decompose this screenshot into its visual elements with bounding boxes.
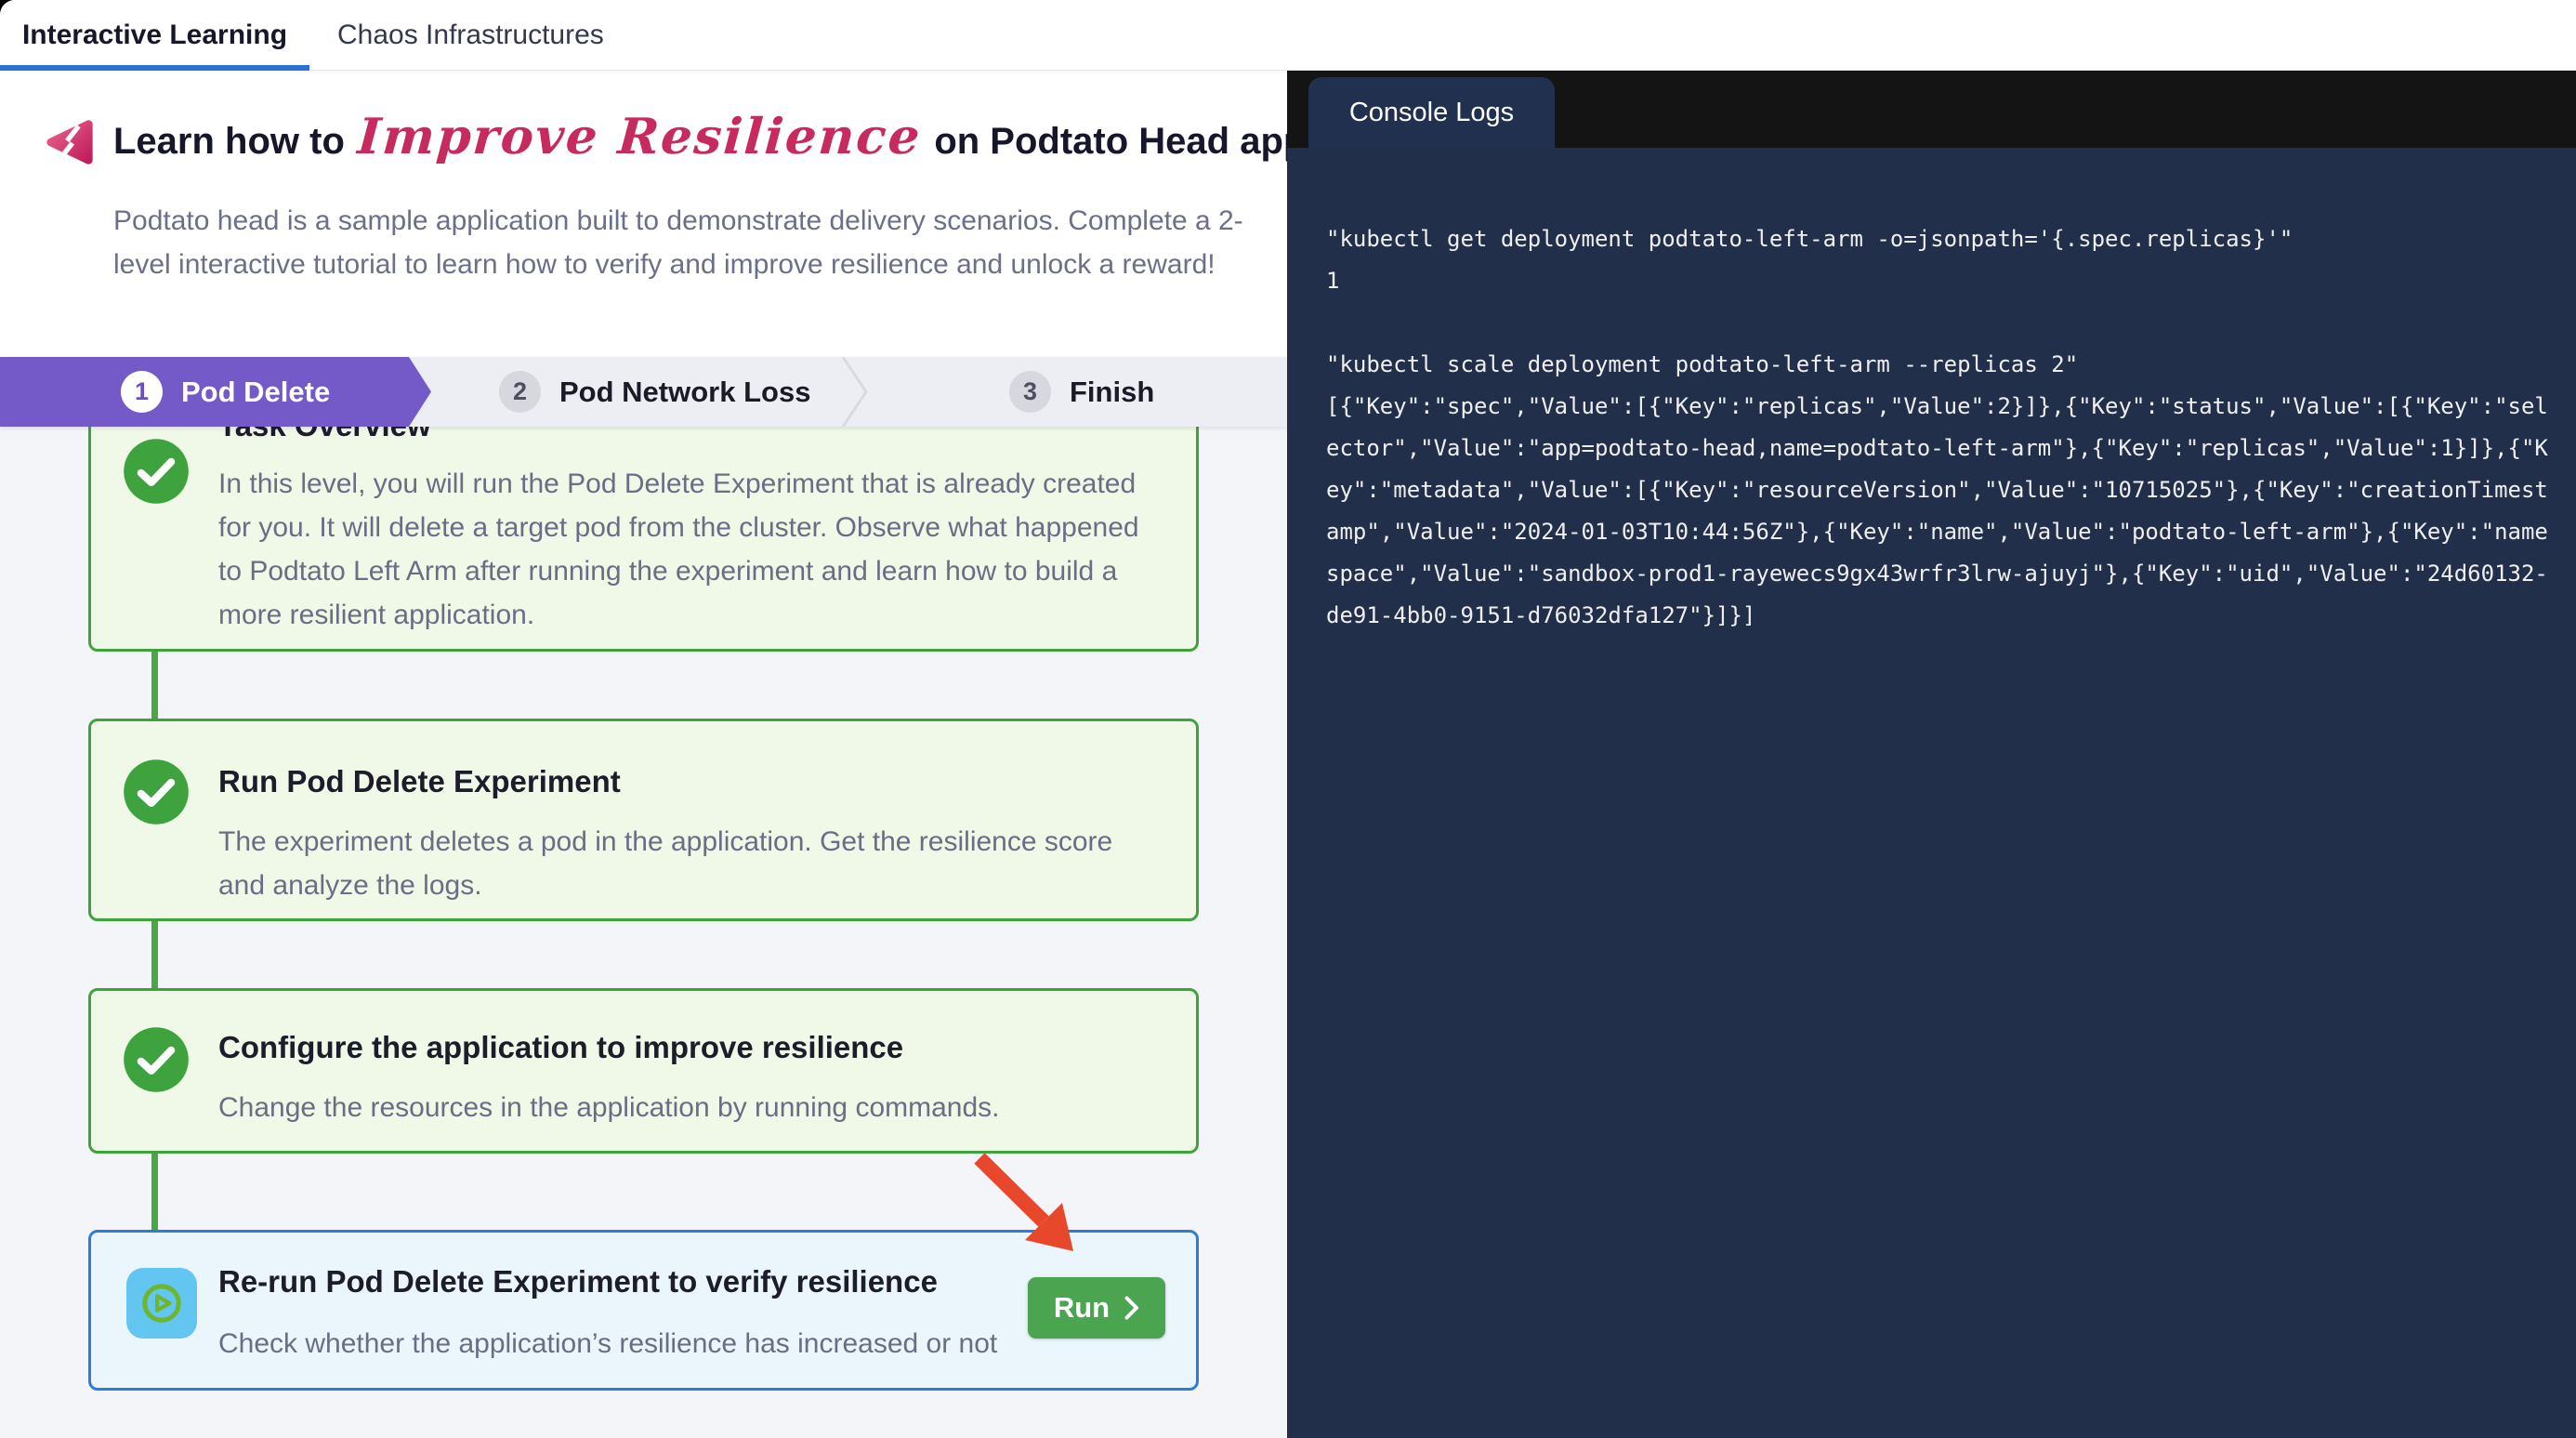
tab-console-logs[interactable]: Console Logs [1308,77,1555,148]
tutorial-panel: Learn how to Improve Resilience on Podta… [0,71,1287,1438]
step-number-badge: 3 [1009,371,1051,413]
check-circle-icon [123,1026,190,1093]
play-icon [126,1268,197,1339]
page-title: Learn how to Improve Resilience on Podta… [113,108,1287,165]
task-card-rerun-verify: Re-run Pod Delete Experiment to verify r… [88,1230,1199,1391]
step-pod-delete[interactable]: 1 Pod Delete [121,357,330,427]
task-title: Run Pod Delete Experiment [218,764,621,799]
console-tab-bar: Console Logs [1287,71,2576,148]
check-circle-icon [123,438,190,505]
task-title: Re-run Pod Delete Experiment to verify r… [218,1264,938,1299]
tutorial-subtitle: Podtato head is a sample application bui… [113,199,1280,286]
litmus-chaos-icon [43,115,97,169]
step-label: Finish [1070,376,1154,409]
steps-bar: 1 Pod Delete 2 Pod Network Loss 3 Finish [0,357,1287,427]
chevron-right-icon [1124,1296,1139,1320]
app-window: Interactive Learning Chaos Infrastructur… [0,0,2576,1438]
tutorial-header: Learn how to Improve Resilience on Podta… [0,71,1287,357]
step-pod-network-loss[interactable]: 2 Pod Network Loss [499,357,810,427]
run-button-label: Run [1054,1291,1110,1325]
task-description: Change the resources in the application … [218,1086,1157,1129]
task-description: The experiment deletes a pod in the appl… [218,820,1157,907]
step-number-badge: 1 [121,371,163,413]
task-connector-line [151,647,158,723]
tab-label: Chaos Infrastructures [337,20,604,51]
task-card-configure: Configure the application to improve res… [88,988,1199,1154]
step-divider-chevron [841,357,869,427]
top-tab-bar: Interactive Learning Chaos Infrastructur… [0,0,2576,71]
console-panel: Console Logs "kubectl get deployment pod… [1287,71,2576,1438]
task-title: Configure the application to improve res… [218,1030,903,1065]
tab-interactive-learning[interactable]: Interactive Learning [0,0,309,70]
run-button[interactable]: Run [1028,1277,1165,1339]
task-card-run-experiment: Run Pod Delete Experiment The experiment… [88,719,1199,921]
active-tab-indicator [0,65,309,71]
step-label: Pod Network Loss [559,376,810,409]
task-description: Check whether the application’s resilien… [218,1322,1157,1365]
title-suffix: on Podtato Head application [934,121,1287,163]
step-finish[interactable]: 3 Finish [1009,357,1154,427]
check-circle-icon [123,759,190,825]
title-highlight: Improve Resilience [356,108,924,165]
step-label: Pod Delete [181,376,330,409]
tab-label: Interactive Learning [22,20,287,51]
task-connector-line [151,917,158,993]
console-log-output[interactable]: "kubectl get deployment podtato-left-arm… [1287,148,2576,1438]
task-connector-line [151,1149,158,1234]
tab-chaos-infrastructures[interactable]: Chaos Infrastructures [330,0,611,70]
title-prefix: Learn how to [113,121,345,163]
step-number-badge: 2 [499,371,541,413]
task-description: In this level, you will run the Pod Dele… [218,462,1157,637]
